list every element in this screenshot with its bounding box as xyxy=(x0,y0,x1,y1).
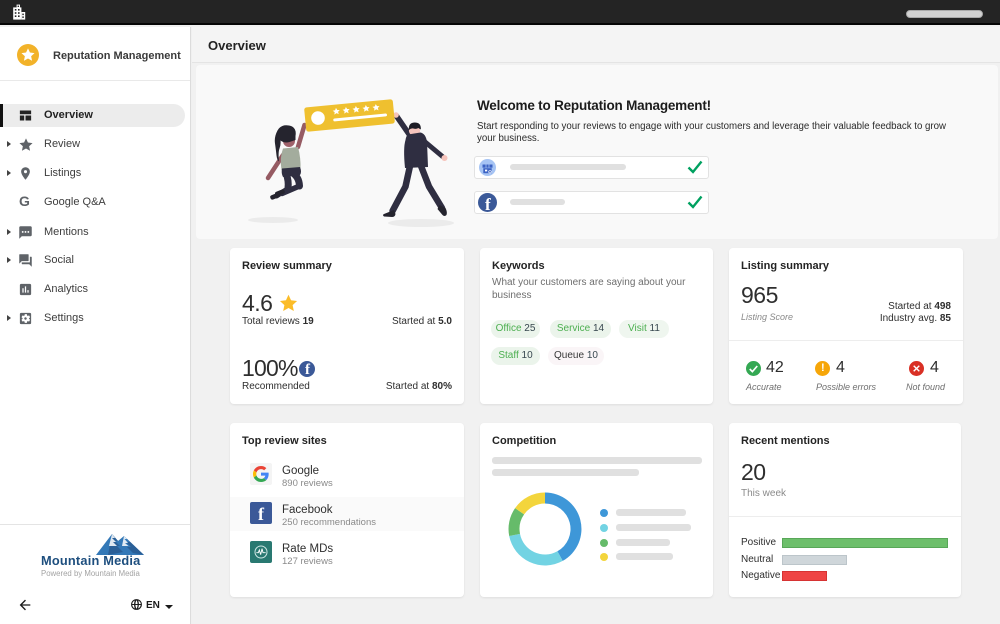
svg-text:Mountain Media: Mountain Media xyxy=(41,553,141,568)
svg-text:Powered by Mountain Media: Powered by Mountain Media xyxy=(41,569,140,578)
